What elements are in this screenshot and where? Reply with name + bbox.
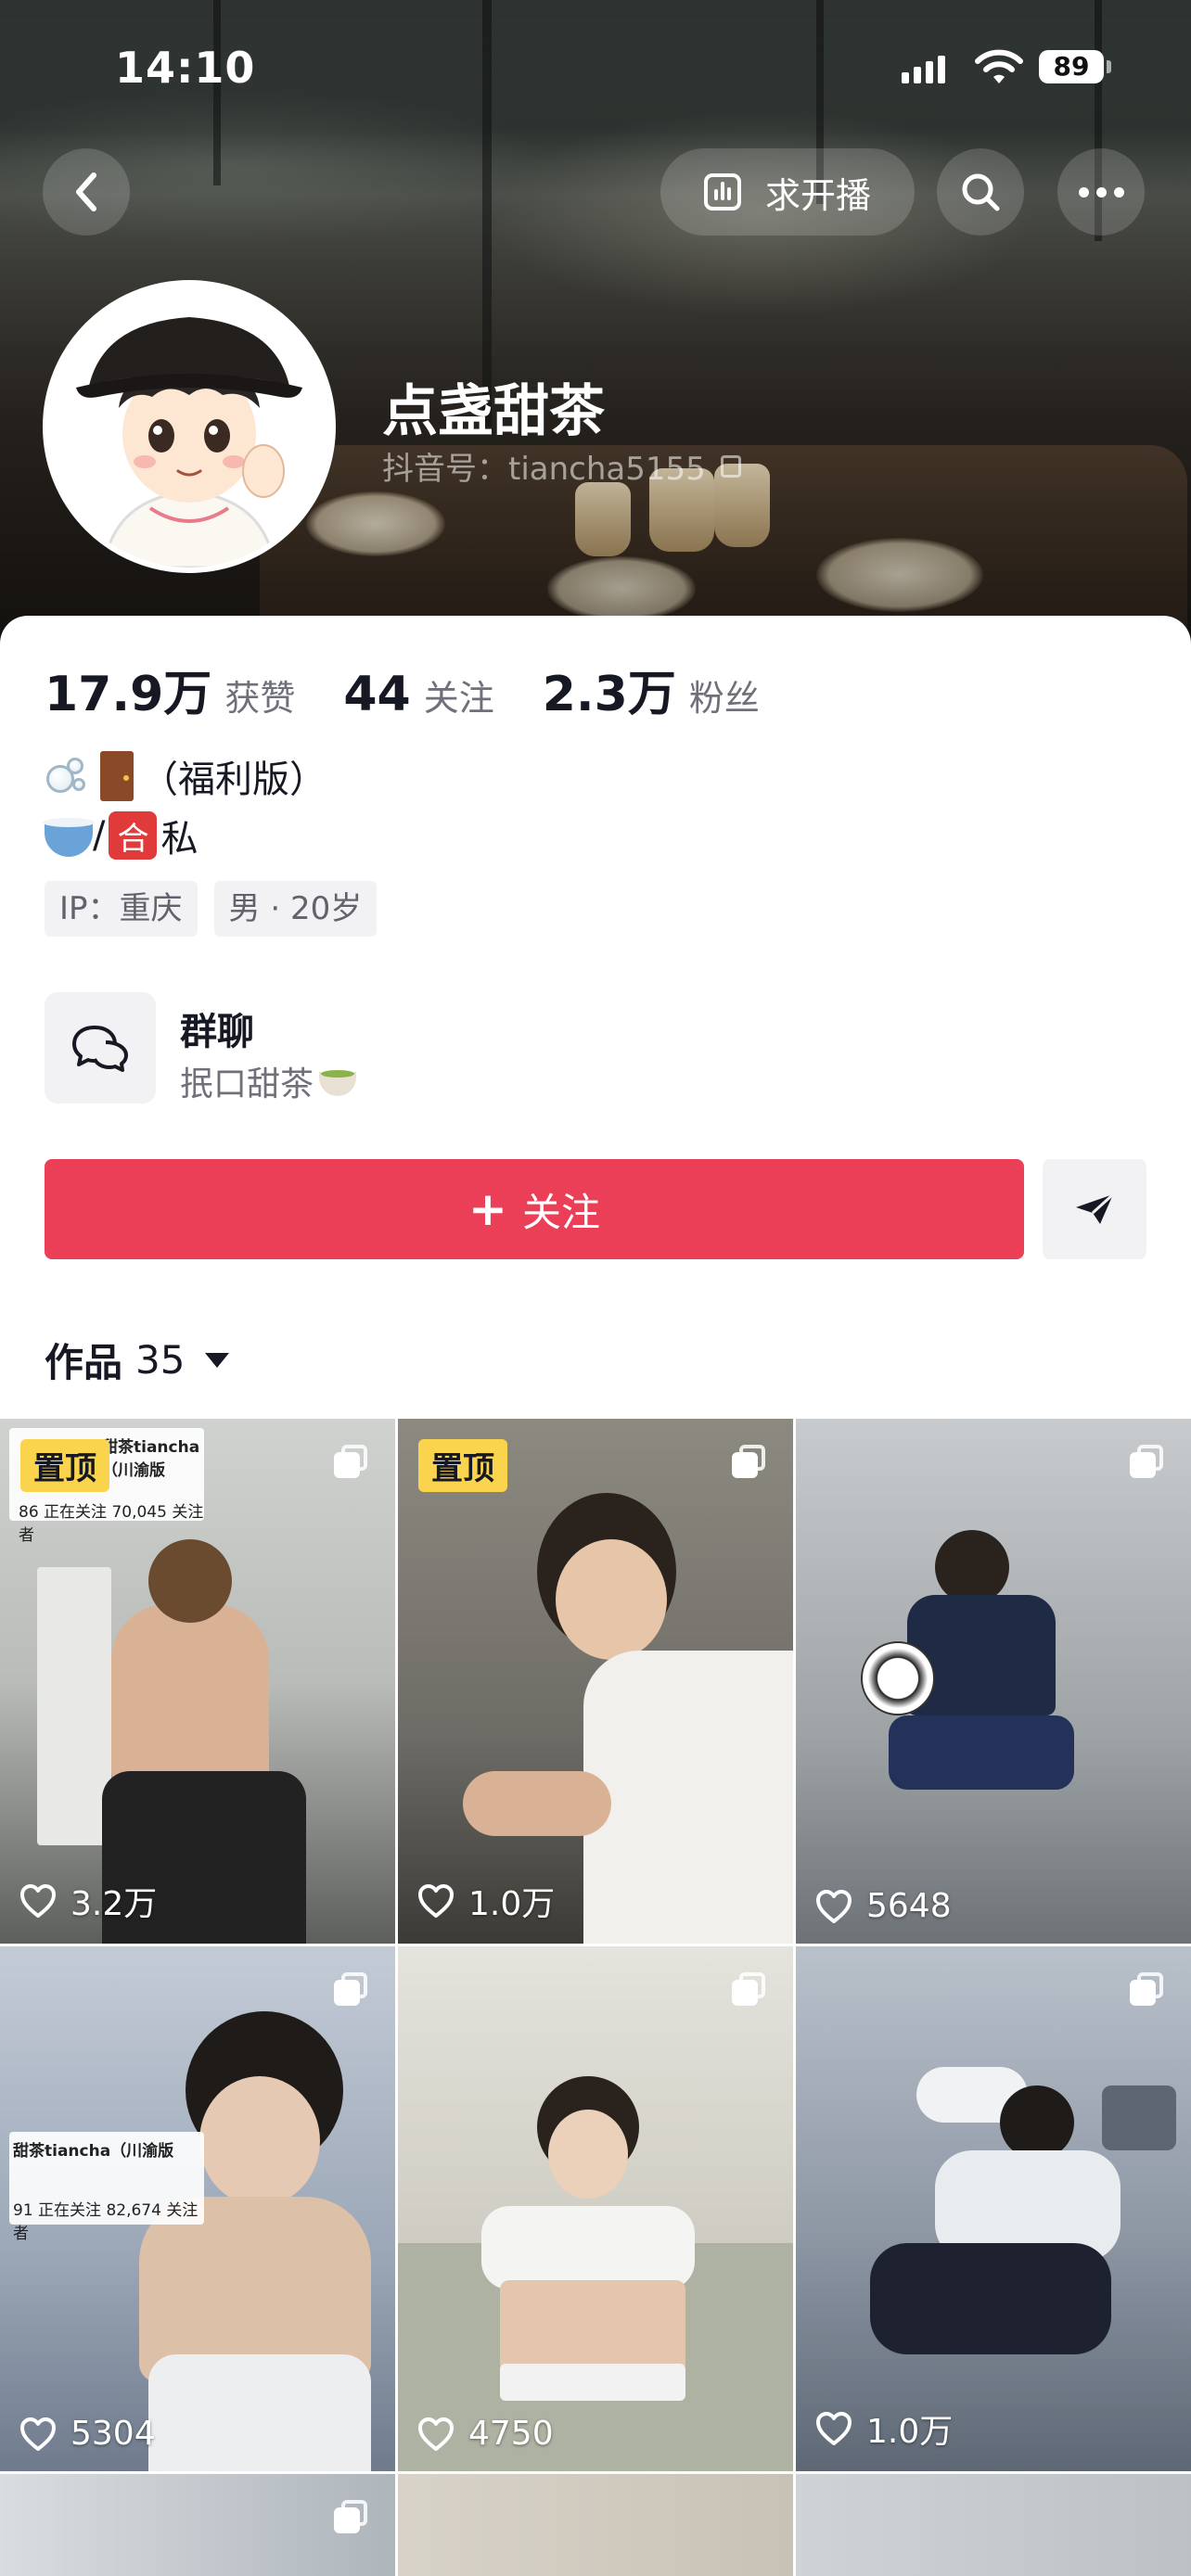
group-chat-icon <box>45 992 156 1103</box>
follow-button[interactable]: + 关注 <box>45 1159 1024 1259</box>
like-count: 1.0万 <box>866 2413 954 2451</box>
douyin-id: 抖音号：tiancha5155 <box>382 451 706 488</box>
video-thumbnail[interactable] <box>796 2474 1191 2576</box>
video-thumbnail[interactable]: 1.0万 <box>796 1946 1191 2471</box>
bio-line-2: / 合 私 <box>43 809 198 862</box>
group-chat-entry[interactable]: 群聊 抿口甜茶 <box>45 992 879 1105</box>
avatar[interactable] <box>43 280 336 573</box>
works-title: 作品 <box>45 1340 123 1385</box>
bio-line-1: （福利版） <box>45 749 327 803</box>
caret-down-icon <box>205 1352 230 1368</box>
multi-image-icon <box>732 1972 765 2006</box>
multi-image-icon <box>334 2500 367 2533</box>
works-tab[interactable]: 作品 35 <box>45 1332 230 1388</box>
video-thumbnail[interactable]: 甜茶tiancha（川渝版 91 正在关注 82,674 关注者 5304 <box>0 1946 395 2471</box>
like-count: 5304 <box>70 2415 156 2453</box>
works-count: 35 <box>135 1337 186 1383</box>
video-thumbnail[interactable] <box>0 2474 395 2576</box>
status-time: 14:10 <box>115 43 256 93</box>
request-live-button[interactable]: 求开播 <box>660 148 915 236</box>
search-icon <box>962 173 1000 211</box>
overlay-title: 甜茶tiancha（川渝版 <box>13 2142 174 2161</box>
request-live-label: 求开播 <box>764 174 871 216</box>
video-thumbnail[interactable]: 5648 <box>796 1419 1191 1944</box>
bio-separator: / <box>93 814 106 857</box>
cellular-signal-icon <box>902 52 945 83</box>
like-count-row: 5648 <box>814 1887 952 1925</box>
heart-icon <box>418 2417 454 2451</box>
wifi-icon <box>975 49 1023 83</box>
share-button[interactable] <box>1043 1159 1146 1259</box>
heart-icon <box>816 1889 852 1923</box>
profile-name: 点盏甜茶 <box>382 379 605 444</box>
like-count: 4750 <box>468 2415 554 2453</box>
group-chat-subtitle-row: 抿口甜茶 <box>180 1057 358 1105</box>
like-count-row: 1.0万 <box>416 1877 555 1925</box>
bowl-icon <box>43 818 95 857</box>
bio-text-1: （福利版） <box>141 759 327 801</box>
avatar-illustration <box>48 286 330 567</box>
overlay-title: 甜茶tiancha（川渝版 <box>102 1438 200 1480</box>
following-count[interactable]: 44 <box>343 667 410 722</box>
search-button[interactable] <box>937 148 1024 236</box>
stats-row: 17.9万 获赞 44 关注 2.3万 粉丝 <box>45 655 808 724</box>
followers-count[interactable]: 2.3万 <box>543 655 676 724</box>
likes-count[interactable]: 17.9万 <box>45 655 211 724</box>
like-count-row: 5304 <box>19 2415 156 2453</box>
more-button[interactable] <box>1057 148 1145 236</box>
video-thumbnail[interactable]: 甜茶tiancha（川渝版 86 正在关注 70,045 关注者 置顶 3.2万 <box>0 1419 395 1944</box>
send-icon <box>1076 1192 1115 1224</box>
screenshot-overlay: 甜茶tiancha（川渝版 91 正在关注 82,674 关注者 <box>9 2132 204 2243</box>
multi-image-icon <box>1130 1972 1163 2006</box>
tags-row: IP：重庆 男 · 20岁 <box>45 881 378 937</box>
bubbles-icon <box>45 752 93 800</box>
group-chat-title: 群聊 <box>180 1011 254 1053</box>
tea-icon <box>317 1063 358 1100</box>
gender-age-tag: 男 · 20岁 <box>213 881 378 937</box>
video-thumbnail[interactable]: 置顶 1.0万 <box>398 1419 793 1944</box>
following-label: 关注 <box>423 678 494 719</box>
heart-icon <box>816 2412 852 2445</box>
copy-icon[interactable] <box>720 454 741 478</box>
chevron-left-icon <box>76 172 96 211</box>
heart-icon <box>20 2417 56 2451</box>
like-count-row: 4750 <box>416 2415 554 2453</box>
he-badge-icon: 合 <box>109 811 158 860</box>
multi-image-icon <box>732 1445 765 1478</box>
bio-text-2: 私 <box>160 818 198 861</box>
pinned-badge: 置顶 <box>20 1439 109 1492</box>
multi-image-icon <box>334 1445 367 1478</box>
video-thumbnail[interactable] <box>398 2474 793 2576</box>
like-count: 1.0万 <box>468 1885 556 1923</box>
overlay-line: 91 正在关注 82,674 关注者 <box>13 2201 198 2243</box>
back-button[interactable] <box>43 148 130 236</box>
heart-icon <box>20 1884 56 1918</box>
multi-image-icon <box>334 1972 367 2006</box>
status-bar: 14:10 89 <box>0 37 1191 93</box>
video-thumbnail[interactable]: 4750 <box>398 1946 793 2471</box>
overlay-line: 86 正在关注 70,045 关注者 <box>19 1503 204 1545</box>
follow-label: 关注 <box>521 1189 600 1235</box>
douyin-id-row[interactable]: 抖音号：tiancha5155 <box>382 443 741 489</box>
profile-header: 14:10 89 求开播 点盏甜茶 抖音号：tiancha5155 <box>0 0 1191 649</box>
group-chat-subtitle: 抿口甜茶 <box>180 1065 314 1103</box>
more-dots-icon <box>1078 186 1089 198</box>
battery-indicator: 89 <box>1039 50 1111 83</box>
ip-tag: IP：重庆 <box>45 881 198 937</box>
heart-icon <box>418 1884 454 1918</box>
door-icon <box>100 751 134 801</box>
followers-label: 粉丝 <box>688 678 760 719</box>
pinned-badge: 置顶 <box>418 1439 507 1492</box>
like-count-row: 1.0万 <box>814 2404 953 2453</box>
like-count: 3.2万 <box>70 1885 158 1923</box>
plus-icon: + <box>468 1182 507 1236</box>
like-count: 5648 <box>866 1887 952 1925</box>
likes-label: 获赞 <box>224 678 296 719</box>
chart-bars-icon <box>703 173 741 210</box>
like-count-row: 3.2万 <box>19 1877 157 1925</box>
multi-image-icon <box>1130 1445 1163 1478</box>
